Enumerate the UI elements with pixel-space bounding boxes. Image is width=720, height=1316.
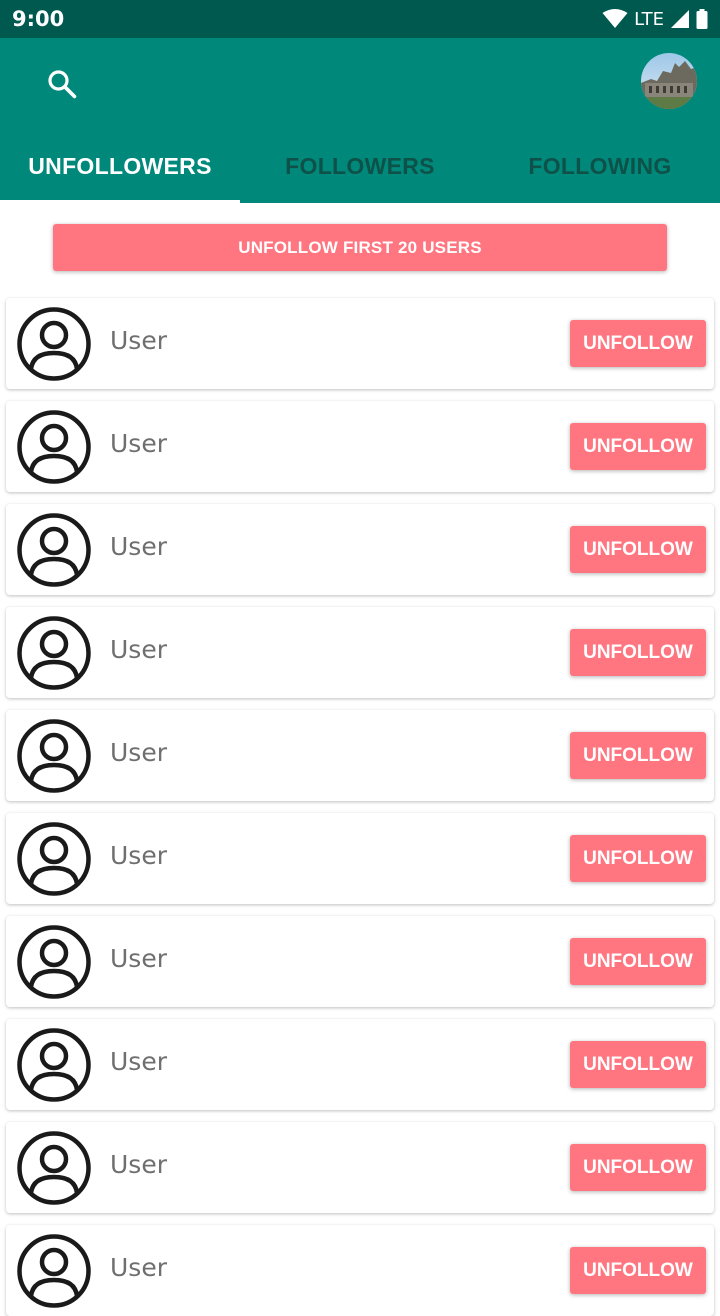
unfollow-button[interactable]: UNFOLLOW [570,423,706,470]
unfollow-button[interactable]: UNFOLLOW [570,1041,706,1088]
list-item: User UNFOLLOW [6,504,714,595]
list-item: User UNFOLLOW [6,298,714,389]
unfollow-button[interactable]: UNFOLLOW [570,938,706,985]
user-name: User [110,1150,167,1179]
user-avatar-icon [17,616,91,690]
user-avatar-icon [17,925,91,999]
tab-following[interactable]: FOLLOWING [480,130,720,203]
unfollow-button[interactable]: UNFOLLOW [570,732,706,779]
user-avatar-icon [17,1131,91,1205]
app-bar: UNFOLLOWERS FOLLOWERS FOLLOWING [0,38,720,203]
tab-label: FOLLOWERS [285,153,435,179]
unfollow-button[interactable]: UNFOLLOW [570,1247,706,1294]
list-item: User UNFOLLOW [6,607,714,698]
status-bar: 9:00 LTE [0,0,720,38]
tab-label: FOLLOWING [528,153,672,179]
user-name: User [110,429,167,458]
battery-icon [696,9,708,29]
status-time: 9:00 [12,7,65,31]
unfollow-button[interactable]: UNFOLLOW [570,320,706,367]
user-name: User [110,635,167,664]
list-item: User UNFOLLOW [6,710,714,801]
user-name: User [110,738,167,767]
tab-label: UNFOLLOWERS [28,153,212,179]
user-avatar-icon [17,410,91,484]
network-type-label: LTE [634,8,664,30]
user-name: User [110,944,167,973]
user-name: User [110,841,167,870]
cell-signal-icon [671,10,689,28]
active-tab-indicator [0,200,240,203]
list-item: User UNFOLLOW [6,1019,714,1110]
user-avatar-icon [17,822,91,896]
list-item: User UNFOLLOW [6,1122,714,1213]
tab-followers[interactable]: FOLLOWERS [240,130,480,203]
user-avatar-icon [17,719,91,793]
status-icons: LTE [602,9,708,30]
profile-photo [641,53,697,109]
unfollow-button[interactable]: UNFOLLOW [570,835,706,882]
unfollow-button[interactable]: UNFOLLOW [570,1144,706,1191]
tab-bar: UNFOLLOWERS FOLLOWERS FOLLOWING [0,130,720,203]
user-avatar-icon [17,513,91,587]
list-item: User UNFOLLOW [6,1225,714,1316]
unfollow-first-20-button[interactable]: UNFOLLOW FIRST 20 USERS [53,224,667,271]
user-name: User [110,1253,167,1282]
search-icon [48,70,77,99]
list-item: User UNFOLLOW [6,916,714,1007]
user-name: User [110,532,167,561]
user-name: User [110,1047,167,1076]
unfollow-button[interactable]: UNFOLLOW [570,629,706,676]
tab-unfollowers[interactable]: UNFOLLOWERS [0,130,240,203]
wifi-icon [602,9,628,28]
user-avatar-icon [17,1234,91,1308]
unfollow-button[interactable]: UNFOLLOW [570,526,706,573]
list-item: User UNFOLLOW [6,401,714,492]
user-avatar-icon [17,1028,91,1102]
profile-avatar[interactable] [641,53,697,109]
list-item: User UNFOLLOW [6,813,714,904]
user-avatar-icon [17,307,91,381]
user-name: User [110,326,167,355]
search-button[interactable] [38,60,86,108]
